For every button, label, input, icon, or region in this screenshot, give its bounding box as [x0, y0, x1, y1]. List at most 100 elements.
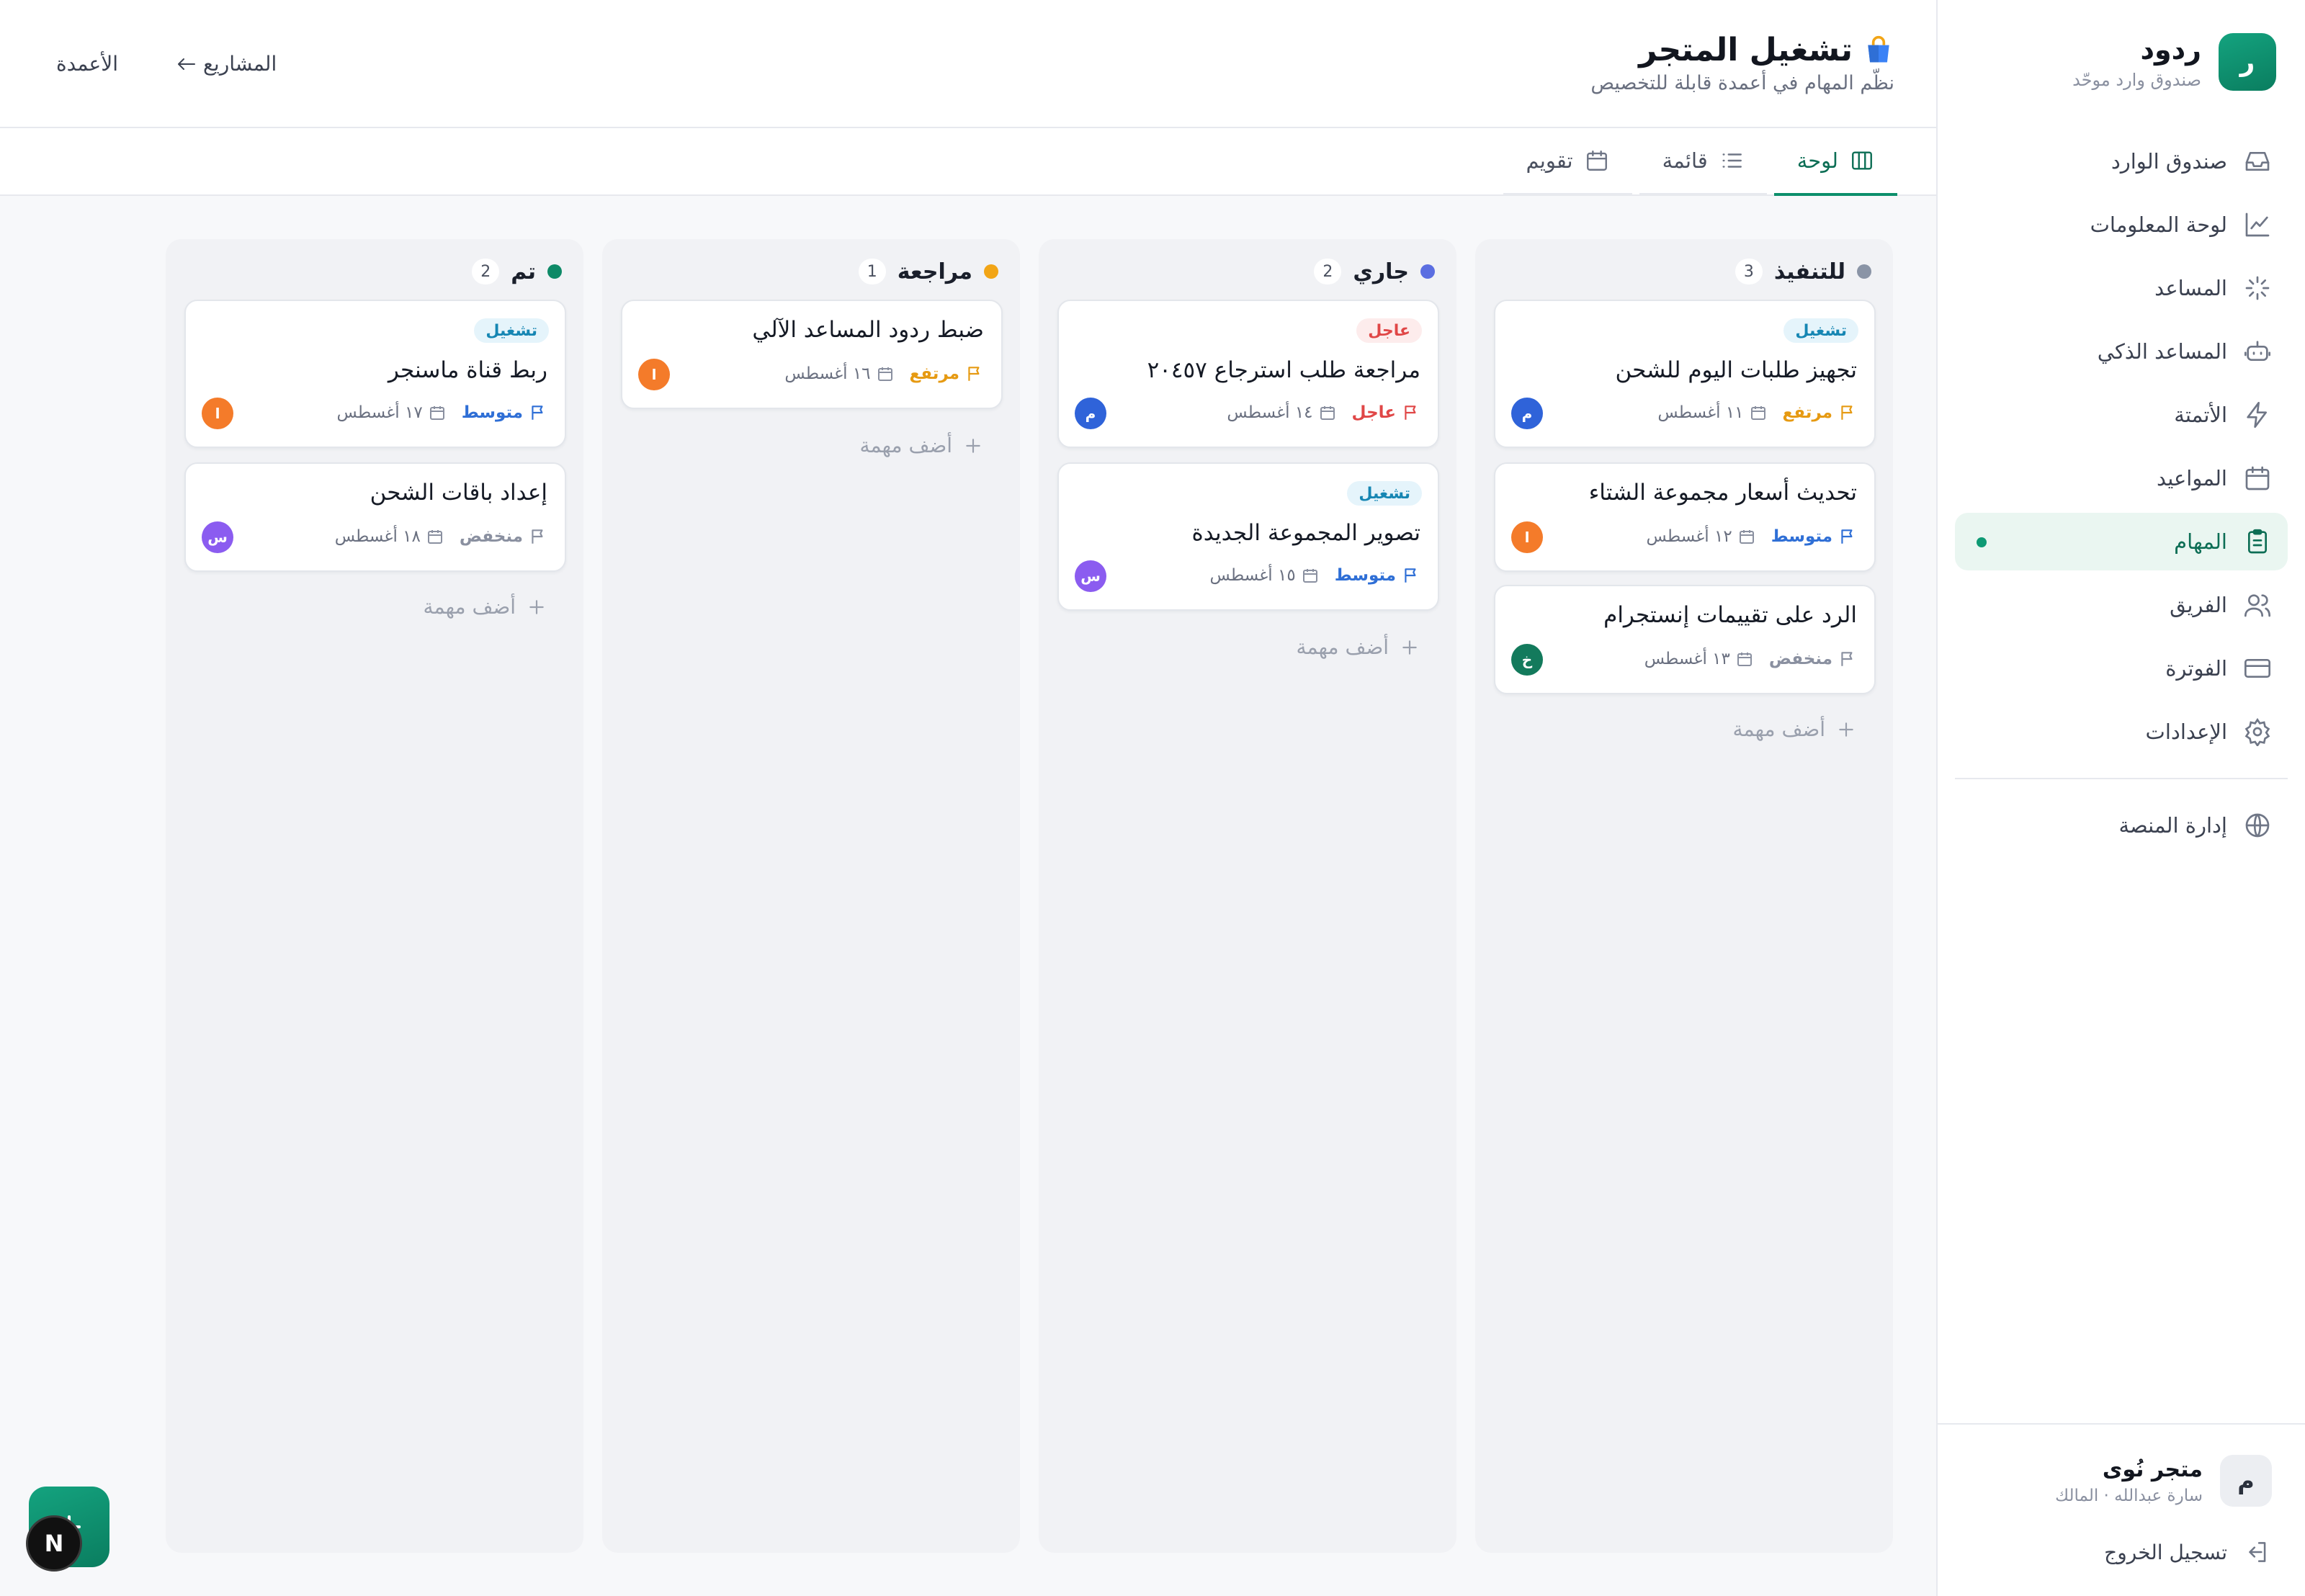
task-card[interactable]: تشغيل تجهيز طلبات اليوم للشحن مرتفع ١١ أ…: [1494, 300, 1876, 448]
bot-icon: [2244, 341, 2270, 361]
column-header[interactable]: جاري 2: [1060, 254, 1435, 290]
task-tag: تشغيل: [1783, 318, 1858, 343]
due-date: ١٥ أغسطس: [1210, 566, 1319, 585]
back-to-projects-link[interactable]: المشاريع: [176, 52, 277, 76]
globe-icon: [2245, 813, 2270, 838]
sidebar-item-platform-admin[interactable]: إدارة المنصة: [1955, 797, 2288, 854]
sidebar-item-label: المساعد الذكي: [2097, 339, 2227, 364]
logout-button[interactable]: تسجيل الخروج: [2104, 1538, 2270, 1566]
plus-icon: [529, 599, 544, 614]
due-date: ١٧ أغسطس: [337, 403, 446, 422]
task-card[interactable]: ضبط ردود المساعد الآلي مرتفع ١٦ أغسطس ا: [621, 300, 1003, 409]
page-subtitle: نظّم المهام في أعمدة قابلة للتخصيص: [1590, 72, 1894, 94]
flag-icon: [1841, 529, 1853, 544]
flag-icon: [532, 405, 543, 420]
avatar[interactable]: س: [1075, 560, 1106, 592]
calendar-icon: [1750, 406, 1765, 420]
column-count: 2: [1314, 259, 1342, 284]
due-date: ١٢ أغسطس: [1647, 527, 1755, 546]
column-header[interactable]: للتنفيذ 3: [1497, 254, 1871, 290]
sidebar-item-inbox[interactable]: صندوق الوارد: [1955, 133, 2288, 190]
view-tabs: لوحة قائمة تقويم: [0, 128, 1936, 196]
tab-board[interactable]: لوحة: [1773, 128, 1897, 196]
sidebar-item-appointments[interactable]: المواعيد: [1955, 449, 2288, 507]
logout-icon: [2249, 1542, 2266, 1562]
sidebar-item-automation[interactable]: الأتمتة: [1955, 386, 2288, 444]
tab-list[interactable]: قائمة: [1639, 128, 1767, 196]
avatar[interactable]: خ: [1511, 644, 1543, 676]
task-tag: تشغيل: [1347, 481, 1422, 506]
avatar[interactable]: ا: [1511, 521, 1543, 553]
priority-label: متوسط: [462, 403, 547, 422]
tab-calendar[interactable]: تقويم: [1503, 128, 1632, 196]
due-date: ١٦ أغسطس: [784, 364, 893, 383]
arrow-left-icon: [178, 58, 196, 70]
calendar-icon: [1320, 406, 1335, 420]
sidebar-item-label: المواعيد: [2157, 466, 2227, 490]
add-task-button[interactable]: أضف مهمة: [1296, 635, 1419, 659]
column-title: للتنفيذ: [1773, 259, 1845, 284]
column-title: جاري: [1353, 259, 1409, 284]
avatar[interactable]: ا: [638, 359, 670, 390]
sidebar-item-settings[interactable]: الإعدادات: [1955, 703, 2288, 761]
gear-icon: [2244, 717, 2270, 746]
column-title: تم: [511, 259, 536, 284]
due-date: ١٨ أغسطس: [335, 527, 444, 546]
sidebar-item-assistant[interactable]: المساعد: [1955, 259, 2288, 317]
lightning-icon: [2247, 402, 2267, 428]
add-task-button[interactable]: أضف مهمة: [859, 434, 983, 457]
sidebar-item-tasks[interactable]: المهام: [1955, 513, 2288, 570]
avatar[interactable]: م: [1075, 398, 1106, 429]
avatar[interactable]: م: [1511, 398, 1543, 429]
sidebar-item-label: إدارة المنصة: [2118, 813, 2227, 838]
status-dot: [1420, 264, 1435, 279]
users-icon: [2244, 594, 2270, 617]
column-header[interactable]: تم 2: [187, 254, 562, 290]
sidebar-item-label: المهام: [2174, 529, 2227, 554]
avatar[interactable]: س: [202, 521, 233, 553]
avatar[interactable]: ا: [202, 398, 233, 429]
task-card[interactable]: إعداد باقات الشحن منخفض ١٨ أغسطس س: [184, 462, 566, 572]
column-header[interactable]: مراجعة 1: [624, 254, 998, 290]
task-card[interactable]: تحديث أسعار مجموعة الشتاء متوسط ١٢ أغسطس…: [1494, 462, 1876, 572]
brand-logo: ر: [2219, 33, 2276, 91]
dev-tools-badge[interactable]: N: [26, 1515, 82, 1572]
sidebar-item-label: الإعدادات: [2145, 719, 2227, 744]
task-title: مراجعة طلب استرجاع ٢٠٤٥٧: [1147, 357, 1420, 383]
brand[interactable]: ر ردود صندوق وارد موحّد: [1966, 29, 2276, 95]
columns-link[interactable]: الأعمدة: [56, 52, 118, 76]
add-task-button[interactable]: أضف مهمة: [423, 595, 546, 619]
task-tag: عاجل: [1356, 318, 1422, 343]
sidebar-item-label: صندوق الوارد: [2111, 149, 2227, 174]
sidebar-item-team[interactable]: الفريق: [1955, 576, 2288, 634]
flag-icon: [1405, 568, 1416, 583]
brand-name: ردود: [2140, 34, 2202, 66]
task-title: ضبط ردود المساعد الآلي: [752, 317, 984, 343]
add-task-button[interactable]: أضف مهمة: [1732, 717, 1856, 741]
account-role: سارة عبدالله · المالك: [2055, 1486, 2203, 1505]
flag-icon: [532, 529, 543, 544]
sidebar-item-label: لوحة المعلومات: [2090, 212, 2227, 237]
priority-label: عاجل: [1352, 403, 1420, 422]
sidebar-item-billing[interactable]: الفوترة: [1955, 640, 2288, 697]
flag-icon: [1405, 405, 1416, 420]
chart-icon: [2245, 212, 2270, 237]
task-card[interactable]: عاجل مراجعة طلب استرجاع ٢٠٤٥٧ عاجل ١٤ أغ…: [1057, 300, 1439, 448]
task-card[interactable]: تشغيل ربط قناة ماسنجر متوسط ١٧ أغسطس ا: [184, 300, 566, 448]
calendar-icon: [1302, 569, 1317, 583]
column-title: مراجعة: [897, 259, 972, 284]
sidebar-item-ai-assistant[interactable]: المساعد الذكي: [1955, 323, 2288, 380]
calendar-icon: [877, 367, 892, 381]
due-date: ١٤ أغسطس: [1227, 403, 1335, 422]
sidebar-item-label: الأتمتة: [2174, 403, 2227, 427]
inbox-icon: [2245, 152, 2270, 171]
task-card[interactable]: تشغيل تصوير المجموعة الجديدة متوسط ١٥ أغ…: [1057, 462, 1439, 611]
status-dot: [1857, 264, 1871, 279]
account-switcher[interactable]: م متجر نُوى سارة عبدالله · المالك: [1966, 1455, 2272, 1507]
sidebar-item-dashboard[interactable]: لوحة المعلومات: [1955, 196, 2288, 254]
board-icon: [1852, 151, 1872, 170]
task-card[interactable]: الرد على تقييمات إنستجرام منخفض ١٣ أغسطس…: [1494, 585, 1876, 694]
flag-icon: [1841, 405, 1853, 420]
priority-label: مرتفع: [1783, 403, 1857, 422]
tab-label: تقويم: [1526, 148, 1573, 173]
